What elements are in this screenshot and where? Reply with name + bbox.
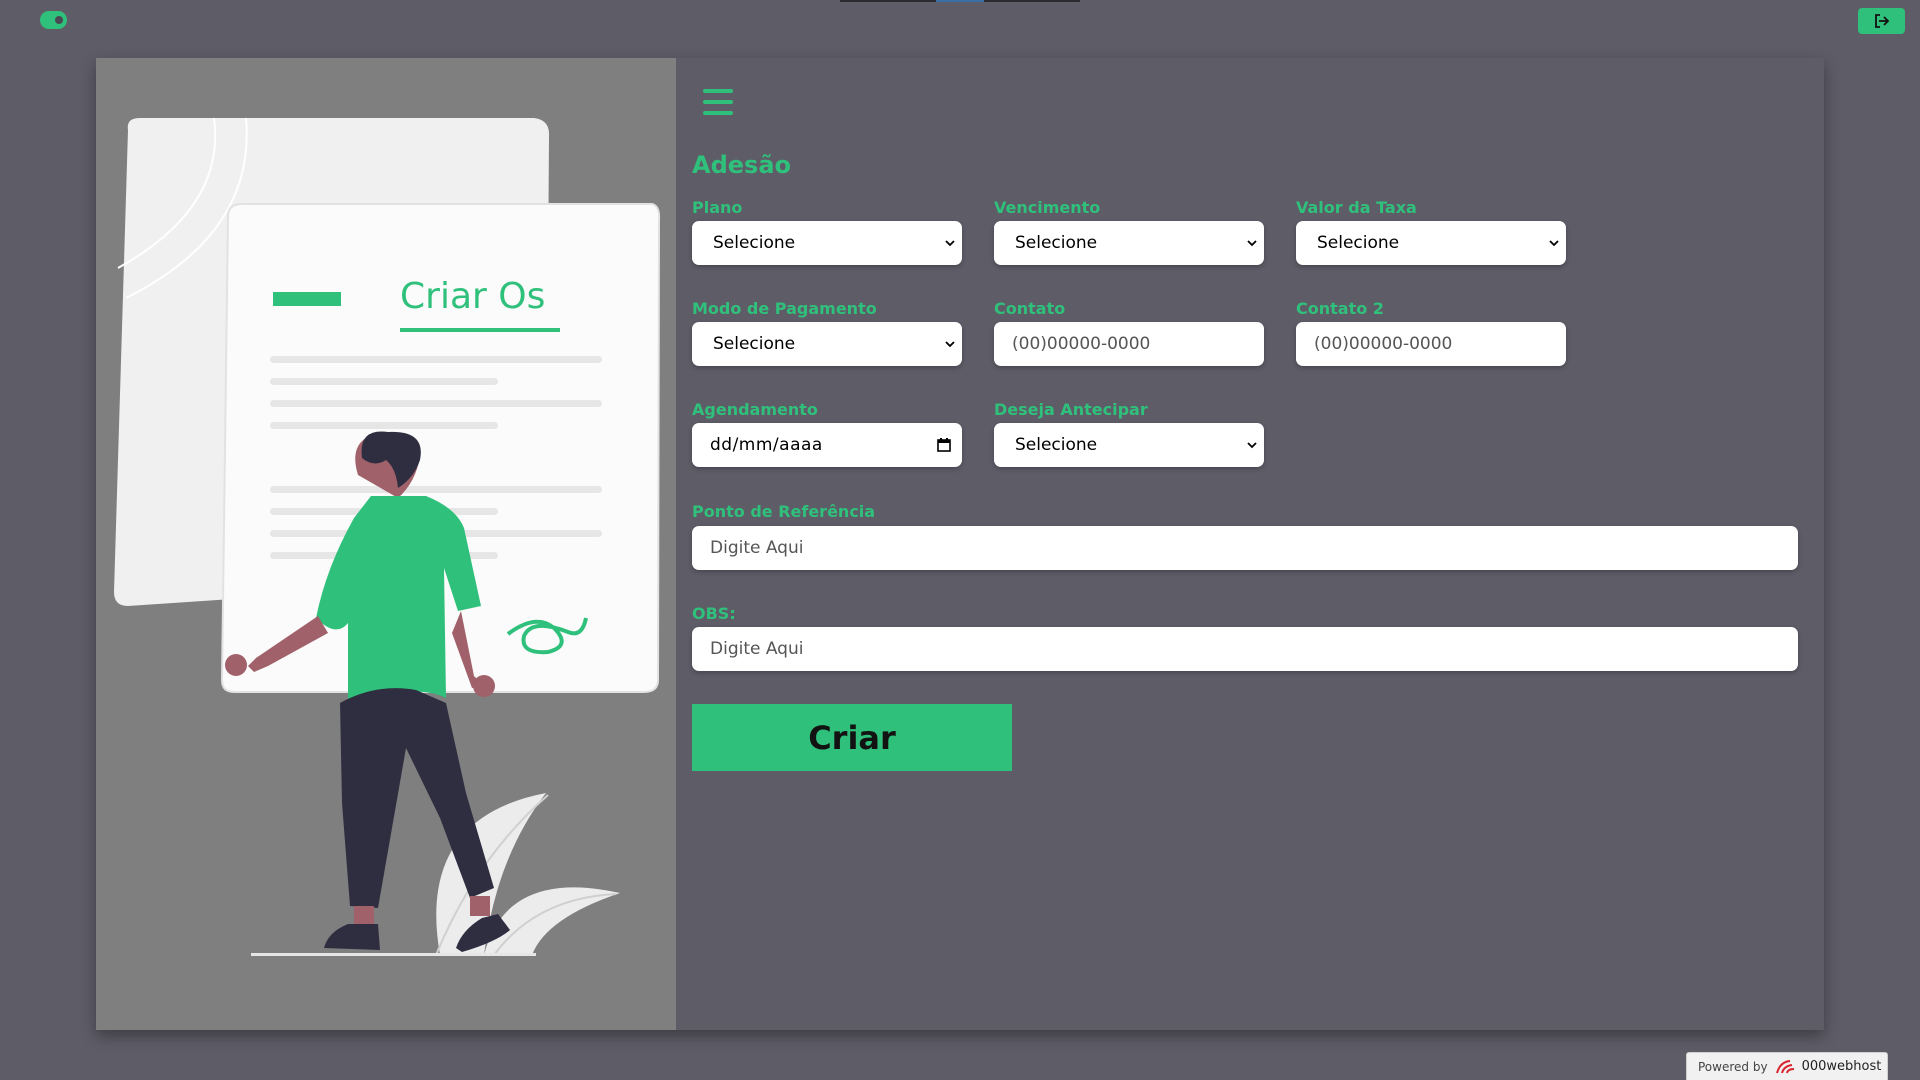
webhost-brand: 000webhost	[1801, 1059, 1882, 1074]
top-progress-strip	[840, 0, 1080, 2]
modo-pagamento-label: Modo de Pagamento	[692, 299, 877, 318]
contato2-label: Contato 2	[1296, 299, 1384, 318]
vencimento-label: Vencimento	[994, 198, 1101, 217]
contato-field-wrap	[994, 322, 1264, 366]
chevron-down-icon	[938, 340, 962, 348]
hamburger-menu-icon[interactable]	[703, 89, 733, 115]
plano-select-value: Selecione	[713, 233, 796, 253]
agendamento-date-input[interactable]: dd/mm/aaaa	[692, 423, 962, 467]
modo-pagamento-select-value: Selecione	[713, 334, 796, 354]
top-progress-segment	[936, 0, 984, 2]
obs-label: OBS:	[692, 604, 736, 623]
deseja-antecipar-label: Deseja Antecipar	[994, 400, 1148, 419]
powered-by-text: Powered by	[1698, 1059, 1768, 1074]
logout-button[interactable]	[1858, 8, 1905, 34]
chevron-down-icon	[1542, 239, 1566, 247]
chevron-down-icon	[938, 239, 962, 247]
plano-select[interactable]: Selecione	[692, 221, 962, 265]
ponto-referencia-field[interactable]	[692, 526, 1798, 570]
agendamento-label: Agendamento	[692, 400, 818, 419]
ponto-referencia-field-wrap	[692, 526, 1798, 570]
contato2-field[interactable]	[1296, 322, 1566, 366]
vencimento-select-value: Selecione	[1015, 233, 1098, 253]
contato2-field-wrap	[1296, 322, 1566, 366]
chevron-down-icon	[1240, 239, 1264, 247]
ponto-referencia-label: Ponto de Referência	[692, 502, 876, 521]
toggle-icon	[55, 16, 63, 24]
logout-icon	[1874, 14, 1889, 28]
plano-label: Plano	[692, 198, 743, 217]
valor-taxa-select-value: Selecione	[1317, 233, 1400, 253]
deseja-antecipar-select[interactable]: Selecione	[994, 423, 1264, 467]
theme-toggle[interactable]	[40, 11, 67, 29]
criar-button[interactable]: Criar	[692, 704, 1012, 771]
agendamento-date-value: dd/mm/aaaa	[710, 435, 823, 455]
obs-field-wrap	[692, 627, 1798, 671]
contato-label: Contato	[994, 299, 1066, 318]
valor-taxa-select[interactable]: Selecione	[1296, 221, 1566, 265]
person-document-illustration	[114, 117, 661, 956]
contato-field[interactable]	[994, 322, 1264, 366]
webhost-logo-icon	[1775, 1059, 1794, 1073]
chevron-down-icon	[1240, 441, 1264, 449]
obs-field[interactable]	[692, 627, 1798, 671]
illustration-title: Criar Os	[400, 276, 546, 317]
valor-taxa-label: Valor da Taxa	[1296, 198, 1417, 217]
main-card: Criar Os Adesão Plano Selecione Vencimen…	[96, 58, 1824, 1030]
calendar-icon[interactable]	[926, 438, 962, 452]
vencimento-select[interactable]: Selecione	[994, 221, 1264, 265]
illustration-panel: Criar Os	[96, 58, 676, 1030]
modo-pagamento-select[interactable]: Selecione	[692, 322, 962, 366]
powered-by-badge[interactable]: Powered by 000webhost	[1686, 1052, 1888, 1080]
form-title: Adesão	[692, 151, 791, 179]
deseja-antecipar-select-value: Selecione	[1015, 435, 1098, 455]
